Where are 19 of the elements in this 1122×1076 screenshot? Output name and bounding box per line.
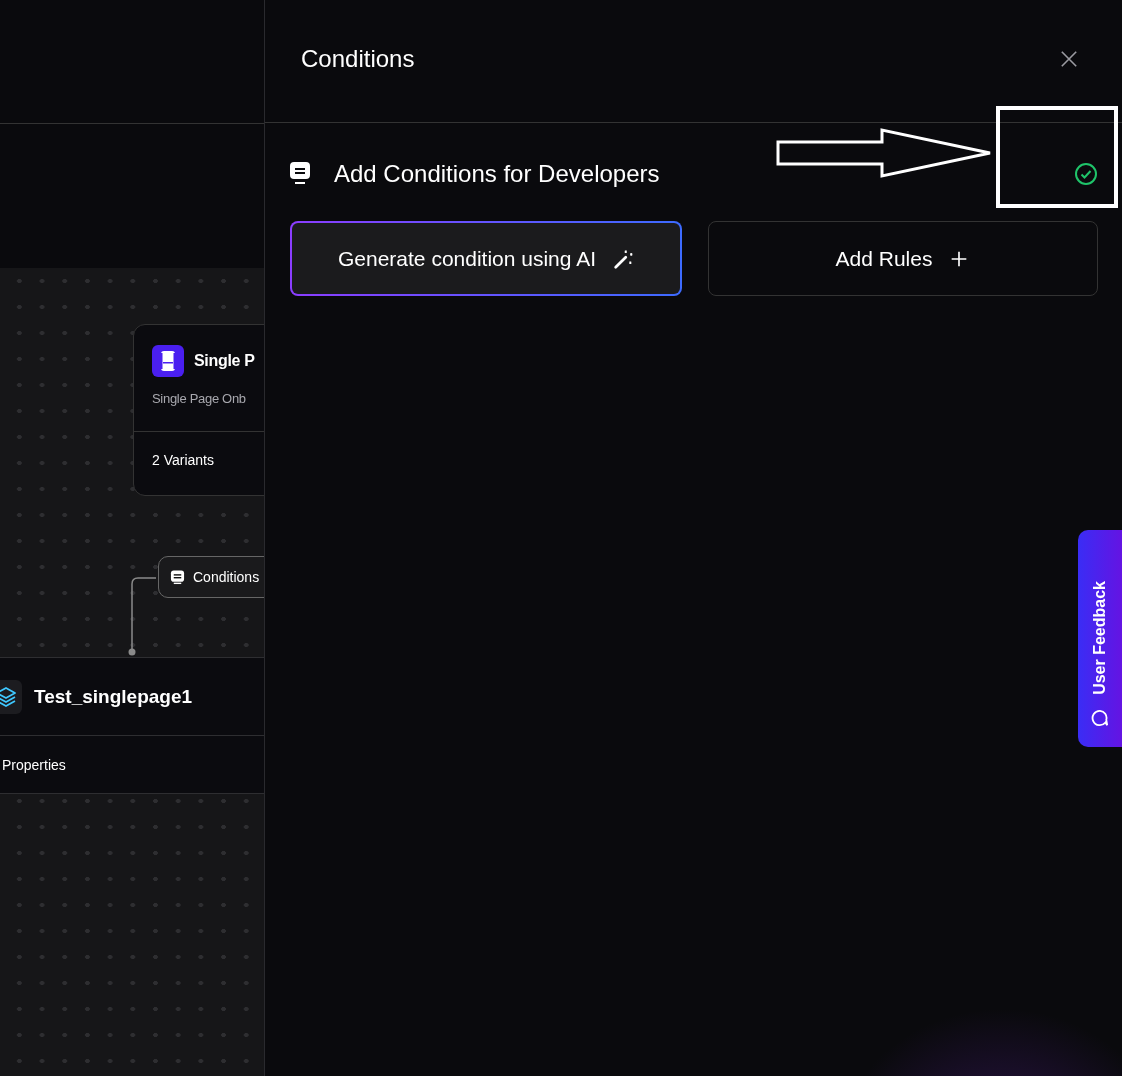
- node-title: Single P: [194, 352, 255, 370]
- chat-icon: [170, 569, 185, 585]
- conditions-chip[interactable]: Conditions: [158, 556, 264, 598]
- properties-tab[interactable]: Properties: [2, 756, 66, 773]
- node-card[interactable]: Single P Single Page Onb 2 Variants: [133, 324, 264, 496]
- magic-wand-icon: [612, 247, 634, 270]
- flow-title: Test_singlepage1: [34, 685, 193, 708]
- variants-count: 2 Variants: [152, 452, 214, 468]
- chat-bubble-icon: [1091, 709, 1109, 727]
- close-icon[interactable]: [1060, 50, 1078, 68]
- feedback-tab[interactable]: User Feedback: [1078, 530, 1122, 747]
- page-icon: [152, 345, 184, 377]
- layers-icon: [0, 679, 22, 714]
- panel-title: Conditions: [301, 45, 415, 73]
- chat-icon: [290, 162, 310, 186]
- generate-ai-button[interactable]: Generate condition using AI: [290, 221, 682, 296]
- section-title: Add Conditions for Developers: [334, 160, 661, 188]
- add-rules-button[interactable]: Add Rules: [708, 221, 1098, 296]
- node-subtitle: Single Page Onb: [151, 390, 247, 408]
